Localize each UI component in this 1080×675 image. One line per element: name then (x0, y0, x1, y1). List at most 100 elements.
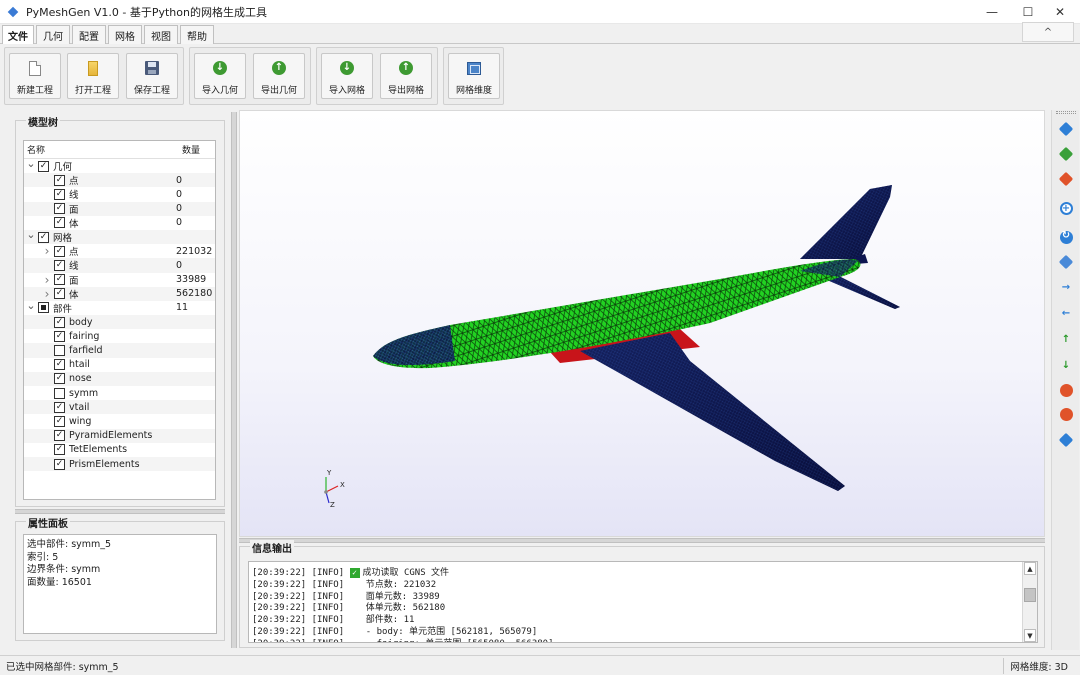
viewport-log-splitter[interactable] (239, 538, 1045, 543)
tree-row[interactable]: ✓ 线 0 (24, 258, 215, 273)
3d-viewport[interactable]: Y X Z (239, 110, 1045, 537)
tree-checkbox[interactable]: ✓ (54, 259, 65, 271)
tree-checkbox[interactable]: ✓ (54, 458, 65, 470)
chevron-down-icon[interactable]: ⌄ (26, 157, 36, 170)
column-count-header[interactable]: 数量 (182, 143, 200, 156)
tab-help[interactable]: 帮助 (180, 25, 214, 44)
tree-row[interactable]: ✓ wing (24, 414, 215, 428)
tree-checkbox[interactable] (38, 302, 49, 314)
chevron-right-icon[interactable]: › (42, 287, 52, 301)
scroll-up-button[interactable]: ▲ (1024, 562, 1036, 575)
x-plus-icon[interactable]: → (1058, 280, 1074, 296)
view-side-icon[interactable] (1058, 171, 1074, 187)
export-mesh-button[interactable]: ↑ 导出网格 (380, 53, 432, 99)
view-iso-icon[interactable] (1058, 146, 1074, 162)
tree-checkbox[interactable]: ✓ (54, 330, 65, 342)
zoom-fit-icon[interactable]: + (1058, 200, 1074, 216)
tree-checkbox[interactable]: ✓ (54, 274, 65, 286)
tree-checkbox[interactable]: ✓ (54, 430, 65, 442)
export-geometry-button[interactable]: ↑ 导出几何 (253, 53, 305, 99)
tree-item-count: 0 (176, 217, 183, 229)
tab-view[interactable]: 视图 (144, 25, 178, 44)
tree-row[interactable]: ⌄ ✓ 网格 (24, 228, 215, 245)
log-scrollbar[interactable]: ▲ ▼ (1022, 562, 1037, 642)
tree-checkbox[interactable]: ✓ (54, 188, 65, 200)
tree-checkbox[interactable] (54, 387, 65, 399)
ribbon-collapse-button[interactable]: ^ (1022, 22, 1074, 42)
left-panel-splitter[interactable] (15, 509, 225, 514)
tree-row[interactable]: ✓ 点 0 (24, 173, 215, 188)
rotate-icon[interactable]: ↻ (1058, 229, 1074, 245)
tab-mesh[interactable]: 网格 (108, 25, 142, 44)
tree-checkbox[interactable]: ✓ (54, 217, 65, 229)
x-minus-icon[interactable]: ← (1058, 306, 1074, 322)
model-tree[interactable]: 名称 数量 ⌄ ✓ 几何 ✓ 点 0 ✓ 线 0 ✓ 面 0 ✓ 体 0 ⌄ ✓ 网格 › ✓ 点 221032 ✓ 线 0 › ✓… (23, 140, 216, 500)
tree-checkbox[interactable]: ✓ (54, 359, 65, 371)
view-front-icon[interactable] (1058, 121, 1074, 137)
tree-row[interactable]: ✓ htail (24, 358, 215, 372)
close-button[interactable]: ✕ (1038, 0, 1080, 24)
tree-checkbox[interactable]: ✓ (54, 316, 65, 328)
tree-row[interactable]: ✓ nose (24, 371, 215, 386)
tree-checkbox[interactable]: ✓ (38, 231, 49, 243)
tree-row[interactable]: › ✓ 面 33989 (24, 273, 215, 287)
chevron-right-icon[interactable]: › (42, 273, 52, 287)
chevron-down-icon[interactable]: ⌄ (26, 228, 36, 241)
tree-checkbox[interactable]: ✓ (54, 174, 65, 186)
tree-item-label: body (69, 316, 93, 328)
main-splitter[interactable] (231, 112, 237, 648)
tree-checkbox[interactable]: ✓ (54, 415, 65, 427)
column-name-header[interactable]: 名称 (27, 143, 45, 156)
tree-row[interactable]: ✓ 线 0 (24, 187, 215, 201)
y-minus-icon[interactable]: ↓ (1058, 358, 1074, 374)
tree-checkbox[interactable]: ✓ (54, 401, 65, 413)
tree-row[interactable]: farfield (24, 343, 215, 358)
tree-row[interactable]: ✓ 面 0 (24, 201, 215, 216)
tree-row[interactable]: ✓ vtail (24, 400, 215, 415)
tree-item-count: 562180 (176, 288, 213, 300)
properties-panel: 属性面板 选中部件: symm_5 索引: 5 边界条件: symm 面数量: … (15, 515, 225, 641)
chevron-right-icon[interactable]: › (42, 244, 52, 258)
tree-checkbox[interactable]: ✓ (54, 203, 65, 215)
open-project-button[interactable]: 打开工程 (67, 53, 119, 99)
toolbar-grip[interactable] (1056, 111, 1076, 114)
tab-config[interactable]: 配置 (72, 25, 106, 44)
surface-icon[interactable] (1058, 254, 1074, 270)
tree-row[interactable]: ✓ TetElements (24, 443, 215, 457)
iso-view-icon[interactable] (1058, 432, 1074, 448)
tree-item-label: farfield (69, 345, 103, 357)
import-geometry-button[interactable]: ↓ 导入几何 (194, 53, 246, 99)
scroll-thumb[interactable] (1024, 588, 1036, 602)
tree-checkbox[interactable]: ✓ (54, 245, 65, 257)
tree-row[interactable]: ✓ PrismElements (24, 456, 215, 472)
tree-row[interactable]: ✓ fairing (24, 329, 215, 343)
tree-checkbox[interactable]: ✓ (54, 288, 65, 300)
log-output[interactable]: [20:39:22] [INFO] ✓ 成功读取 CGNS 文件 [20:39:22… (248, 561, 1038, 643)
tree-row[interactable]: › ✓ 体 562180 (24, 286, 215, 301)
tree-checkbox[interactable]: ✓ (54, 373, 65, 385)
wing (580, 333, 845, 491)
z-plus-icon[interactable] (1058, 382, 1074, 398)
save-project-button[interactable]: 保存工程 (126, 53, 178, 99)
tree-checkbox[interactable]: ✓ (54, 444, 65, 456)
tree-row[interactable]: › ✓ 点 221032 (24, 244, 215, 258)
tree-row[interactable]: ⌄ 部件 11 (24, 299, 215, 315)
tab-geometry[interactable]: 几何 (36, 25, 70, 44)
new-project-button[interactable]: 新建工程 (9, 53, 61, 99)
chevron-down-icon[interactable]: ⌄ (26, 299, 36, 312)
import-mesh-button[interactable]: ↓ 导入网格 (321, 53, 373, 99)
tree-row[interactable]: symm (24, 386, 215, 400)
axis-z-label: Z (330, 501, 335, 509)
tree-checkbox[interactable] (54, 345, 65, 357)
tab-file[interactable]: 文件 (2, 25, 34, 45)
y-plus-icon[interactable]: ↑ (1058, 332, 1074, 348)
scroll-down-button[interactable]: ▼ (1024, 629, 1036, 642)
tree-row[interactable]: ✓ 体 0 (24, 216, 215, 230)
z-minus-icon[interactable] (1058, 406, 1074, 422)
mesh-dimension-button[interactable]: 网格维度 (448, 53, 500, 99)
tree-row[interactable]: ✓ PyramidElements (24, 428, 215, 443)
tree-checkbox[interactable]: ✓ (38, 160, 49, 172)
tree-row[interactable]: ✓ body (24, 315, 215, 330)
tree-item-count: 0 (176, 203, 183, 215)
tree-row[interactable]: ⌄ ✓ 几何 (24, 157, 215, 173)
